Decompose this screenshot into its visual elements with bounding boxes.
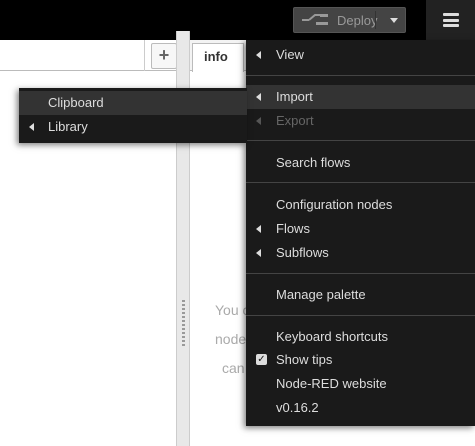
menu-item-label: Clipboard [48, 95, 104, 110]
menu-item-flows[interactable]: Flows [246, 217, 475, 241]
menu-item-search-flows[interactable]: Search flows [246, 151, 475, 175]
chevron-down-icon[interactable] [390, 18, 398, 23]
main-menu: View Import Export Search flows Configur… [246, 40, 475, 426]
drag-handle-icon[interactable] [182, 300, 185, 348]
menu-item-label: Node-RED website [276, 376, 387, 391]
menu-item-label: Configuration nodes [276, 197, 393, 212]
menu-item-export: Export [246, 109, 475, 133]
menu-item-version: v0.16.2 [246, 396, 475, 420]
deploy-label: Deploy [337, 13, 378, 28]
caret-left-icon [256, 93, 261, 101]
menu-divider [246, 140, 475, 141]
menu-item-label: Manage palette [276, 287, 366, 302]
submenu-item-clipboard[interactable]: Clipboard [19, 91, 247, 115]
caret-left-icon [29, 123, 34, 131]
main-menu-button[interactable] [426, 0, 475, 40]
menu-item-subflows[interactable]: Subflows [246, 241, 475, 265]
deploy-flow-icon [302, 14, 328, 25]
deploy-separator [375, 11, 376, 29]
info-text-line: node [215, 331, 247, 347]
menu-item-label: Flows [276, 221, 310, 236]
menu-item-label: Search flows [276, 155, 351, 170]
menu-item-label: v0.16.2 [276, 400, 319, 415]
header-bar: Deploy [0, 0, 475, 40]
menu-item-label: Import [276, 89, 313, 104]
menu-divider [246, 273, 475, 274]
menu-item-show-tips[interactable]: ✓ Show tips [246, 348, 475, 372]
caret-left-icon [256, 249, 261, 257]
menu-item-import[interactable]: Import [246, 85, 475, 109]
menu-item-configuration-nodes[interactable]: Configuration nodes [246, 193, 475, 217]
caret-left-icon [256, 225, 261, 233]
info-text-line: can [222, 360, 245, 376]
menu-item-view[interactable]: View [246, 43, 475, 67]
tab-info[interactable]: info [192, 43, 244, 72]
menu-divider [246, 182, 475, 183]
workspace-tab[interactable] [0, 40, 145, 71]
menu-divider [246, 75, 475, 76]
add-flow-button[interactable]: + [151, 43, 177, 69]
menu-item-keyboard-shortcuts[interactable]: Keyboard shortcuts [246, 325, 475, 349]
menu-item-label: Library [48, 119, 88, 134]
import-submenu: Clipboard Library [19, 88, 247, 143]
menu-item-label: Subflows [276, 245, 329, 260]
caret-left-icon [256, 117, 261, 125]
menu-item-manage-palette[interactable]: Manage palette [246, 283, 475, 307]
deploy-button[interactable]: Deploy [293, 7, 406, 33]
menu-item-label: Export [276, 113, 314, 128]
caret-left-icon [256, 51, 261, 59]
menu-item-label: Show tips [276, 352, 333, 367]
checkbox-icon[interactable]: ✓ [256, 354, 267, 365]
info-text-line: You c [215, 302, 250, 318]
menu-divider [246, 315, 475, 316]
menu-item-label: Keyboard shortcuts [276, 329, 389, 344]
workspace-tabbar: + [0, 40, 182, 71]
hamburger-icon [442, 13, 459, 27]
menu-item-label: View [276, 47, 304, 62]
submenu-item-library[interactable]: Library [19, 115, 247, 139]
menu-item-node-red-website[interactable]: Node-RED website [246, 372, 475, 396]
